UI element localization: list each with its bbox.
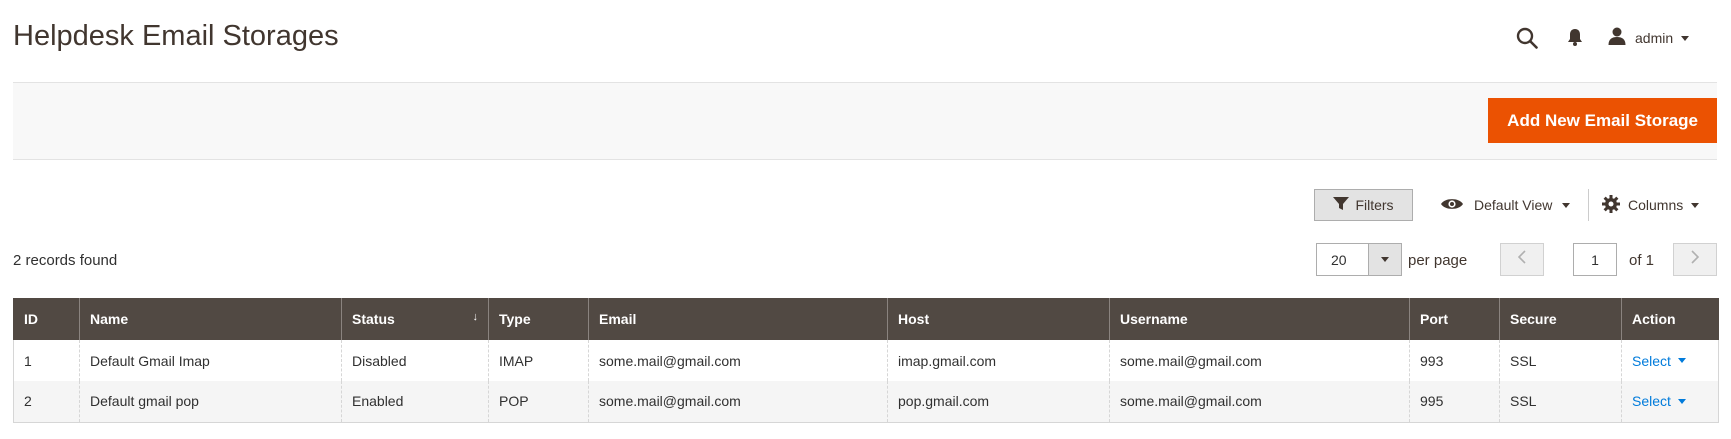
column-header-action: Action: [1621, 298, 1719, 340]
column-header-type[interactable]: Type: [488, 298, 589, 340]
controls-divider: [1588, 189, 1589, 221]
cell-email: some.mail@gmail.com: [588, 340, 888, 381]
row-action-select-label: Select: [1632, 393, 1671, 410]
cell-id: 2: [13, 381, 80, 423]
add-new-email-storage-button[interactable]: Add New Email Storage: [1488, 98, 1717, 143]
per-page-label: per page: [1408, 252, 1468, 269]
next-page-button[interactable]: [1673, 243, 1717, 276]
cell-status: Enabled: [341, 381, 489, 423]
chevron-down-icon: [1381, 257, 1389, 262]
cell-id: 1: [13, 340, 80, 381]
row-action-select[interactable]: Select: [1632, 353, 1686, 369]
cell-name: Default Gmail Imap: [79, 340, 342, 381]
filter-icon: [1333, 196, 1350, 214]
cell-username: some.mail@gmail.com: [1109, 381, 1410, 423]
cell-secure: SSL: [1499, 381, 1622, 423]
gear-icon: [1602, 194, 1620, 216]
cell-host: pop.gmail.com: [887, 381, 1110, 423]
filters-label: Filters: [1355, 197, 1394, 213]
per-page-value: 20: [1331, 251, 1347, 268]
columns-dropdown[interactable]: Columns: [1602, 189, 1700, 221]
eye-icon: [1440, 197, 1464, 214]
cell-username: some.mail@gmail.com: [1109, 340, 1410, 381]
cell-host: imap.gmail.com: [887, 340, 1110, 381]
cell-type: POP: [488, 381, 589, 423]
default-view-label: Default View: [1474, 197, 1553, 213]
row-action-select-label: Select: [1632, 352, 1671, 369]
grid-controls: Filters Default View Columns: [0, 189, 1731, 223]
total-pages-label: of 1: [1629, 252, 1655, 269]
previous-page-button[interactable]: [1500, 243, 1544, 276]
admin-username: admin: [1635, 30, 1674, 46]
chevron-down-icon: [1677, 398, 1686, 404]
cell-type: IMAP: [488, 340, 589, 381]
column-header-username[interactable]: Username: [1109, 298, 1410, 340]
table-row[interactable]: 2 Default gmail pop Enabled POP some.mai…: [13, 381, 1719, 423]
column-header-id[interactable]: ID: [13, 298, 80, 340]
cell-secure: SSL: [1499, 340, 1622, 381]
column-header-port[interactable]: Port: [1409, 298, 1500, 340]
column-header-secure[interactable]: Secure: [1499, 298, 1622, 340]
page-actions-bar: Add New Email Storage: [13, 82, 1717, 160]
admin-user-menu[interactable]: admin: [1607, 24, 1690, 52]
chevron-down-icon: [1681, 35, 1690, 41]
column-header-status-label: Status: [352, 311, 395, 327]
chevron-down-icon: [1691, 202, 1700, 208]
cell-port: 995: [1409, 381, 1500, 423]
cell-action: Select: [1621, 340, 1719, 381]
cell-name: Default gmail pop: [79, 381, 342, 423]
current-page-input[interactable]: [1573, 243, 1617, 276]
search-icon[interactable]: [1513, 24, 1541, 52]
filters-button[interactable]: Filters: [1314, 189, 1413, 221]
per-page-select[interactable]: 20: [1316, 243, 1402, 276]
table-row[interactable]: 1 Default Gmail Imap Disabled IMAP some.…: [13, 340, 1719, 381]
default-view-dropdown[interactable]: Default View: [1440, 189, 1571, 221]
chevron-right-icon: [1690, 250, 1700, 269]
sort-descending-icon: ↓: [472, 311, 479, 323]
column-header-host[interactable]: Host: [887, 298, 1110, 340]
chevron-down-icon: [1562, 202, 1571, 208]
user-icon: [1607, 26, 1627, 51]
pager: 20 per page of 1: [0, 243, 1731, 277]
column-header-email[interactable]: Email: [588, 298, 888, 340]
column-header-name[interactable]: Name: [79, 298, 342, 340]
cell-port: 993: [1409, 340, 1500, 381]
table-header-row: ID Name Status ↓ Type Email Host Usernam…: [13, 298, 1719, 340]
columns-label: Columns: [1628, 197, 1684, 213]
cell-email: some.mail@gmail.com: [588, 381, 888, 423]
column-header-status[interactable]: Status ↓: [341, 298, 489, 340]
email-storages-table: ID Name Status ↓ Type Email Host Usernam…: [13, 298, 1719, 423]
chevron-left-icon: [1517, 250, 1527, 269]
per-page-toggle[interactable]: [1368, 244, 1401, 275]
cell-action: Select: [1621, 381, 1719, 423]
page-title: Helpdesk Email Storages: [13, 20, 339, 52]
cell-status: Disabled: [341, 340, 489, 381]
bell-icon[interactable]: [1563, 25, 1587, 49]
row-action-select[interactable]: Select: [1632, 393, 1686, 409]
chevron-down-icon: [1677, 358, 1686, 363]
